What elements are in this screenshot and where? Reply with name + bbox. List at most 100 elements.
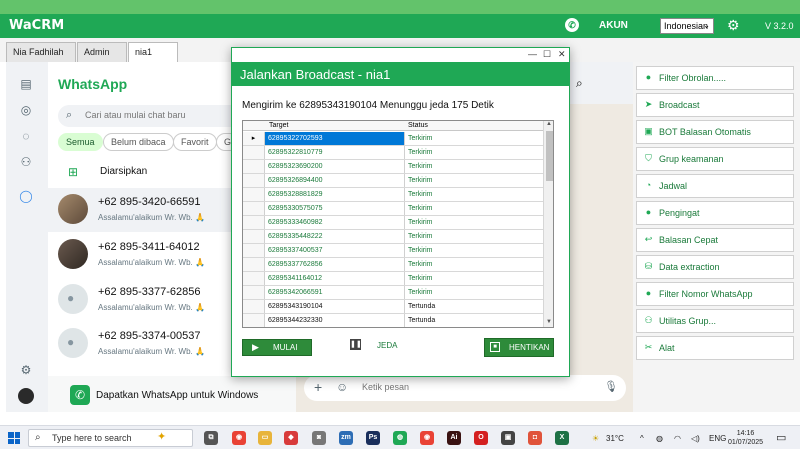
- cell-target[interactable]: 62895337400537: [265, 244, 405, 257]
- cell-status[interactable]: Terkirim: [405, 174, 543, 187]
- current-row-arrow-icon[interactable]: ▸: [243, 132, 265, 145]
- cell-status[interactable]: Terkirim: [405, 286, 543, 299]
- chrome-icon[interactable]: ◉: [232, 431, 246, 445]
- row-header[interactable]: [243, 258, 265, 271]
- cell-target[interactable]: 62895322702593: [265, 132, 405, 145]
- row-header[interactable]: [243, 188, 265, 201]
- cell-status[interactable]: Terkirim: [405, 230, 543, 243]
- row-header[interactable]: [243, 286, 265, 299]
- row-header[interactable]: [243, 230, 265, 243]
- menu-item-5[interactable]: ● Pengingat: [636, 201, 794, 225]
- grid-scrollbar[interactable]: ▲ ▼: [543, 121, 553, 327]
- wacrm-taskbar-icon[interactable]: ◍: [393, 431, 407, 445]
- language-select[interactable]: Indonesian ⌄: [660, 18, 714, 34]
- camera-icon[interactable]: ◙: [312, 431, 326, 445]
- table-row[interactable]: 62895337762856 Terkirim: [243, 258, 543, 272]
- wifi-icon[interactable]: ◠: [674, 434, 681, 443]
- cell-status[interactable]: Tertunda: [405, 314, 543, 327]
- row-header[interactable]: [243, 160, 265, 173]
- emoji-icon[interactable]: ☺: [336, 380, 348, 394]
- scroll-up-icon[interactable]: ▲: [546, 121, 552, 127]
- cell-target[interactable]: 62895343190104: [265, 300, 405, 313]
- file-explorer-icon[interactable]: ▭: [258, 431, 272, 445]
- table-row[interactable]: 62895328881829 Terkirim: [243, 188, 543, 202]
- row-header[interactable]: [243, 216, 265, 229]
- menu-item-6[interactable]: ↩ Balasan Cepat: [636, 228, 794, 252]
- volume-icon[interactable]: ◁): [691, 434, 700, 443]
- filter-chip-unread[interactable]: Belum dibaca: [103, 133, 174, 151]
- windows-start-icon[interactable]: [8, 432, 20, 444]
- message-compose[interactable]: + ☺ Ketik pesan 🎙: [304, 375, 626, 401]
- table-row[interactable]: 62895344232330 Tertunda: [243, 314, 543, 327]
- chevron-up-icon[interactable]: ^: [640, 434, 644, 443]
- chrome-icon[interactable]: ◉: [420, 431, 434, 445]
- scroll-down-icon[interactable]: ▼: [546, 319, 552, 325]
- menu-item-7[interactable]: ⛁ Data extraction: [636, 255, 794, 279]
- notifications-icon[interactable]: ▭: [776, 431, 786, 444]
- filter-chip-all[interactable]: Semua: [58, 133, 103, 151]
- photoshop-icon[interactable]: Ps: [366, 431, 380, 445]
- account-button[interactable]: AKUN: [599, 20, 628, 31]
- cell-status[interactable]: Terkirim: [405, 244, 543, 257]
- cell-target[interactable]: 62895328881829: [265, 188, 405, 201]
- row-header[interactable]: [243, 244, 265, 257]
- app-icon[interactable]: ▣: [501, 431, 515, 445]
- filter-chip-favorite[interactable]: Favorit: [173, 133, 217, 151]
- table-row[interactable]: 62895343190104 Tertunda: [243, 300, 543, 314]
- row-header[interactable]: [243, 174, 265, 187]
- cell-status[interactable]: Terkirim: [405, 202, 543, 215]
- cell-status[interactable]: Terkirim: [405, 258, 543, 271]
- broadcast-target-grid[interactable]: Target Status ▲ ▼ ▸ 62895322702593 Terkiri…: [242, 120, 554, 328]
- illustrator-icon[interactable]: Ai: [447, 431, 461, 445]
- zoom-icon[interactable]: zm: [339, 431, 353, 445]
- row-header[interactable]: [243, 300, 265, 313]
- cell-status[interactable]: Terkirim: [405, 188, 543, 201]
- excel-icon[interactable]: X: [555, 431, 569, 445]
- app-icon[interactable]: ◘: [528, 431, 542, 445]
- menu-item-0[interactable]: ● Filter Obrolan.....: [636, 66, 794, 90]
- mic-icon[interactable]: 🎙: [604, 380, 618, 393]
- close-icon[interactable]: ✕: [558, 49, 566, 60]
- whatsapp-icon[interactable]: ✆: [565, 18, 579, 32]
- menu-item-2[interactable]: ▣ BOT Balasan Otomatis: [636, 120, 794, 144]
- table-row[interactable]: 62895322810779 Terkirim: [243, 146, 543, 160]
- network-icon[interactable]: ◍: [656, 434, 663, 443]
- status-icon[interactable]: ◎: [18, 102, 34, 118]
- cell-target[interactable]: 62895322810779: [265, 146, 405, 159]
- communities-icon[interactable]: ⚇: [18, 154, 34, 170]
- row-header[interactable]: [243, 202, 265, 215]
- settings-icon[interactable]: ⚙: [18, 362, 34, 378]
- opera-icon[interactable]: O: [474, 431, 488, 445]
- cell-status[interactable]: Terkirim: [405, 160, 543, 173]
- table-row[interactable]: 62895341164012 Terkirim: [243, 272, 543, 286]
- tab-nia1[interactable]: nia1: [128, 42, 178, 62]
- profile-avatar[interactable]: [18, 388, 34, 404]
- row-header[interactable]: [243, 272, 265, 285]
- scroll-thumb[interactable]: [546, 131, 553, 181]
- cell-status[interactable]: Terkirim: [405, 272, 543, 285]
- pause-button[interactable]: ❚❚ JEDA: [350, 339, 397, 350]
- cell-status[interactable]: Terkirim: [405, 132, 543, 145]
- menu-item-1[interactable]: ➤ Broadcast: [636, 93, 794, 117]
- cell-target[interactable]: 62895330575075: [265, 202, 405, 215]
- cell-status[interactable]: Terkirim: [405, 216, 543, 229]
- column-target[interactable]: Target: [269, 122, 288, 129]
- system-clock[interactable]: 14:16 01/07/2025: [728, 429, 763, 447]
- search-icon[interactable]: ⌕: [576, 76, 583, 91]
- table-row[interactable]: 62895330575075 Terkirim: [243, 202, 543, 216]
- table-row[interactable]: 62895337400537 Terkirim: [243, 244, 543, 258]
- input-language[interactable]: ENG: [709, 434, 726, 443]
- menu-item-3[interactable]: ⛉ Grup keamanan: [636, 147, 794, 171]
- gear-icon[interactable]: ⚙: [727, 17, 740, 34]
- cell-status[interactable]: Terkirim: [405, 146, 543, 159]
- tab-admin[interactable]: Admin: [77, 42, 127, 62]
- column-status[interactable]: Status: [408, 122, 428, 129]
- get-whatsapp-windows-banner[interactable]: ✆ Dapatkan WhatsApp untuk Windows: [48, 376, 296, 412]
- table-row[interactable]: 62895335448222 Terkirim: [243, 230, 543, 244]
- app-icon[interactable]: ◆: [284, 431, 298, 445]
- row-header[interactable]: [243, 146, 265, 159]
- cell-target[interactable]: 62895323690200: [265, 160, 405, 173]
- attach-icon[interactable]: +: [314, 379, 322, 395]
- cell-target[interactable]: 62895344232330: [265, 314, 405, 327]
- row-header[interactable]: [243, 314, 265, 327]
